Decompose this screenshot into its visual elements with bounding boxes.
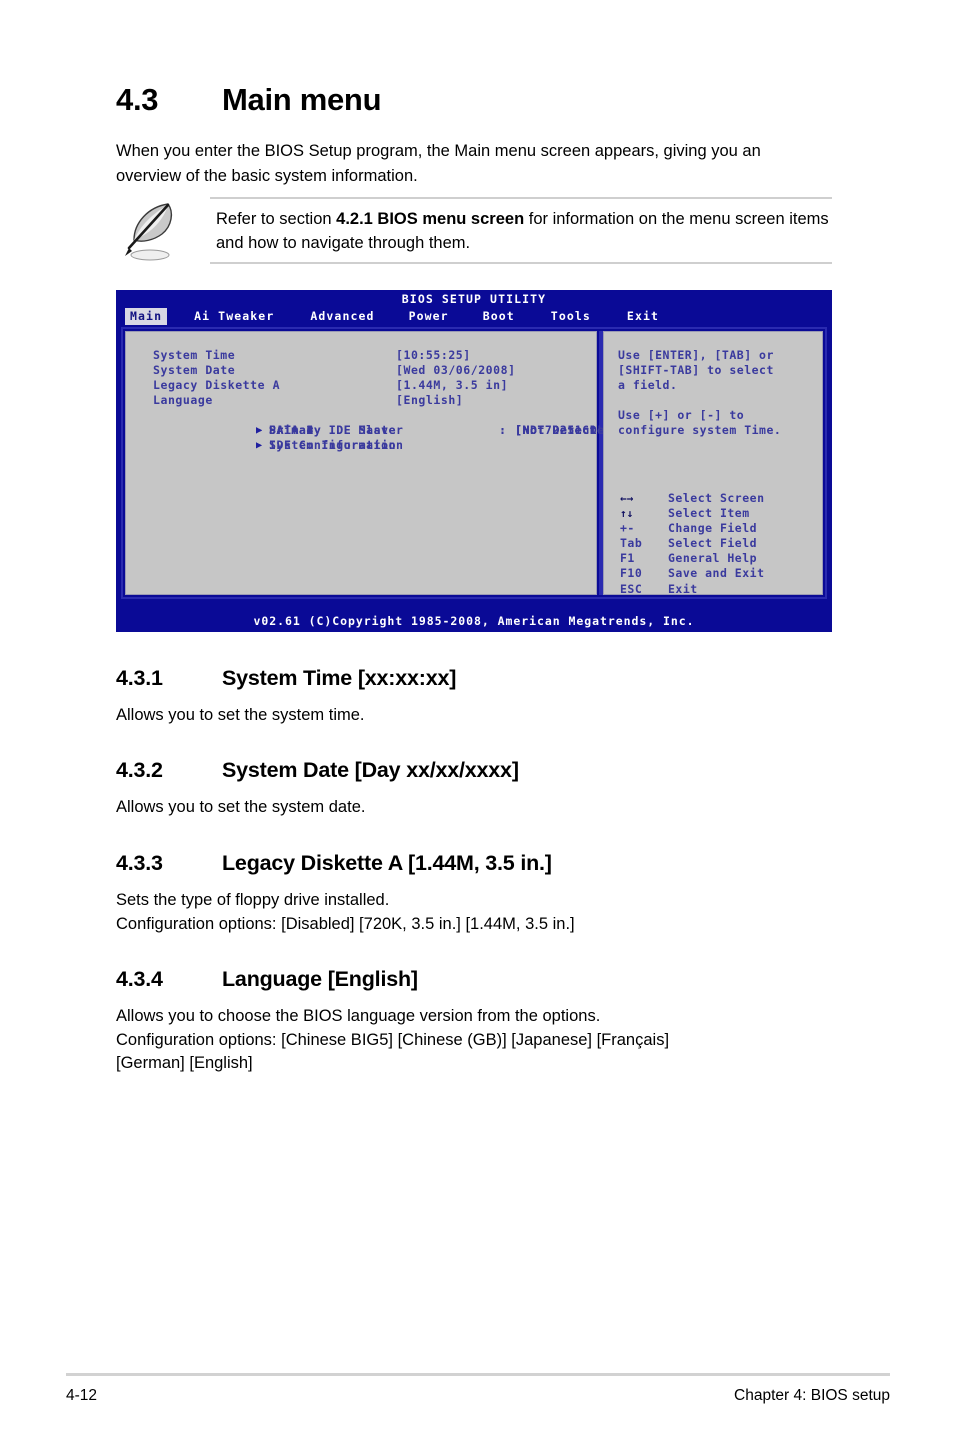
subsection-title: Language [English] — [222, 967, 418, 991]
document-page: 4.3 Main menu When you enter the BIOS Se… — [0, 0, 954, 1438]
row-bullet — [140, 363, 153, 378]
bios-tab-power[interactable]: Power — [404, 308, 454, 325]
subsection-title: Legacy Diskette A [1.44M, 3.5 in.] — [222, 851, 552, 875]
subsection-title: System Time [xx:xx:xx] — [222, 666, 457, 690]
bios-separator: : — [499, 423, 507, 438]
key-legend-row: +- Change Field — [620, 521, 816, 536]
note-callout: Refer to section 4.2.1 BIOS menu screen … — [116, 197, 832, 267]
bios-row-legacy-diskette-a[interactable]: Legacy Diskette A [1.44M, 3.5 in] — [140, 378, 590, 393]
subsection-number: 4.3.1 — [116, 666, 163, 690]
subsection-number: 4.3.4 — [116, 967, 163, 991]
subsection-4-3-2: 4.3.2 System Date [Day xx/xx/xxxx] Allow… — [116, 758, 876, 820]
subsection-body: Allows you to set the system date. — [116, 798, 366, 816]
bios-body: System Time [10:55:25] System Date [Wed … — [121, 327, 827, 599]
subsection-heading: 4.3.1 System Time [xx:xx:xx] — [116, 666, 876, 691]
bios-row-language[interactable]: Language [English] — [140, 393, 590, 408]
key-legend-desc: General Help — [668, 551, 758, 566]
key-legend-key: ESC — [620, 581, 643, 596]
key-legend-key: +- — [620, 521, 635, 536]
section-title: Main menu — [222, 82, 382, 117]
triangle-right-icon: ▶ — [256, 425, 263, 437]
page-number: 4-12 — [66, 1387, 98, 1404]
bios-tab-ai-tweaker[interactable]: Ai Tweaker — [189, 308, 279, 325]
bios-item-list: System Time [10:55:25] System Date [Wed … — [140, 348, 642, 452]
page-title: 4.3 Main menu — [116, 82, 836, 118]
arrows-left-right-icon: ←→ — [620, 492, 634, 505]
row-bullet — [140, 393, 153, 408]
bios-help-text: Use [ENTER], [TAB] or [SHIFT-TAB] to sel… — [618, 348, 782, 438]
key-legend-row: Tab Select Field — [620, 536, 816, 551]
subsection-4-3-3: 4.3.3 Legacy Diskette A [1.44M, 3.5 in.]… — [116, 851, 876, 936]
quill-pen-icon — [120, 199, 186, 265]
footer-divider — [66, 1373, 890, 1376]
subsection-heading: 4.3.2 System Date [Day xx/xx/xxxx] — [116, 758, 876, 783]
subsection-4-3-4: 4.3.4 Language [English] Allows you to c… — [116, 967, 876, 1076]
subsection-4-3-1: 4.3.1 System Time [xx:xx:xx] Allows you … — [116, 666, 876, 728]
bios-key-legend: ←→ Select Screen ↑↓ Select Item +- Chang… — [620, 491, 816, 597]
key-legend-desc: Exit — [668, 581, 698, 596]
bios-value[interactable]: [10:55:25] — [396, 348, 471, 363]
triangle-right-icon: ▶ — [256, 440, 263, 452]
key-legend-row: ESC Exit — [620, 582, 816, 597]
key-legend-row: ↑↓ Select Item — [620, 506, 816, 521]
subsection-number: 4.3.2 — [116, 758, 163, 782]
bios-main-panel: System Time [10:55:25] System Date [Wed … — [125, 331, 642, 595]
bios-row-system-date[interactable]: System Date [Wed 03/06/2008] — [140, 363, 590, 378]
key-legend-desc: Select Screen — [668, 491, 765, 505]
subsection-title: System Date [Day xx/xx/xxxx] — [222, 758, 519, 782]
note-rule-bottom — [210, 262, 832, 264]
bios-menu-bar: Main Ai Tweaker Advanced Power Boot Tool… — [116, 308, 832, 325]
note-text-prefix: Refer to section — [216, 210, 337, 228]
bios-setup-screenshot: BIOS SETUP UTILITY Main Ai Tweaker Advan… — [116, 290, 832, 632]
arrows-up-down-icon: ↑↓ — [620, 507, 634, 521]
key-legend-row: F1 General Help — [620, 551, 816, 566]
bios-label: System Information — [269, 438, 404, 453]
bios-value[interactable]: [Wed 03/06/2008] — [396, 363, 516, 378]
bios-label: System Time — [153, 348, 236, 362]
bios-tab-boot[interactable]: Boot — [478, 308, 520, 325]
key-legend-desc: Select Field — [668, 536, 758, 551]
subsection-body: Allows you to choose the BIOS language v… — [116, 1007, 670, 1072]
section-number: 4.3 — [116, 82, 159, 117]
bios-label: Language — [153, 393, 213, 408]
key-legend-desc: Change Field — [668, 521, 758, 536]
subsection-heading: 4.3.4 Language [English] — [116, 967, 876, 992]
bios-tab-tools[interactable]: Tools — [546, 308, 596, 325]
row-bullet — [140, 348, 153, 363]
bios-copyright-bar: v02.61 (C)Copyright 1985-2008, American … — [116, 611, 832, 632]
note-text: Refer to section 4.2.1 BIOS menu screen … — [210, 199, 832, 262]
subsection-heading: 4.3.3 Legacy Diskette A [1.44M, 3.5 in.] — [116, 851, 876, 876]
row-bullet — [140, 378, 153, 393]
bios-title: BIOS SETUP UTILITY — [401, 292, 547, 306]
subsection-body: Sets the type of floppy drive installed.… — [116, 891, 575, 933]
bios-value[interactable]: [English] — [396, 393, 463, 408]
bios-label: System Date — [153, 363, 236, 378]
note-text-bold: 4.2.1 BIOS menu screen — [336, 210, 525, 228]
subsection-body: Allows you to set the system time. — [116, 706, 365, 724]
bios-row-system-time[interactable]: System Time [10:55:25] — [140, 348, 590, 363]
subsection-number: 4.3.3 — [116, 851, 163, 875]
note-body: Refer to section 4.2.1 BIOS menu screen … — [210, 197, 832, 264]
bios-tab-main[interactable]: Main — [125, 308, 168, 325]
key-legend-row: ←→ Select Screen — [620, 491, 816, 506]
chapter-label: Chapter 4: BIOS setup — [734, 1387, 890, 1404]
bios-tab-exit[interactable]: Exit — [622, 308, 664, 325]
key-legend-key: F1 — [620, 551, 635, 566]
section-intro: When you enter the BIOS Setup program, t… — [116, 142, 761, 185]
bios-label: Legacy Diskette A — [153, 378, 281, 393]
bios-label: SATA 6 — [269, 423, 314, 438]
bios-value[interactable]: [1.44M, 3.5 in] — [396, 378, 508, 393]
key-legend-desc: Select Item — [668, 506, 750, 521]
key-legend-desc: Save and Exit — [668, 566, 765, 581]
key-legend-row: F10 Save and Exit — [620, 566, 816, 581]
key-legend-key: F10 — [620, 566, 643, 581]
key-legend-key: Tab — [620, 536, 643, 551]
bios-tab-advanced[interactable]: Advanced — [305, 308, 379, 325]
bios-help-panel: Use [ENTER], [TAB] or [SHIFT-TAB] to sel… — [603, 331, 823, 597]
